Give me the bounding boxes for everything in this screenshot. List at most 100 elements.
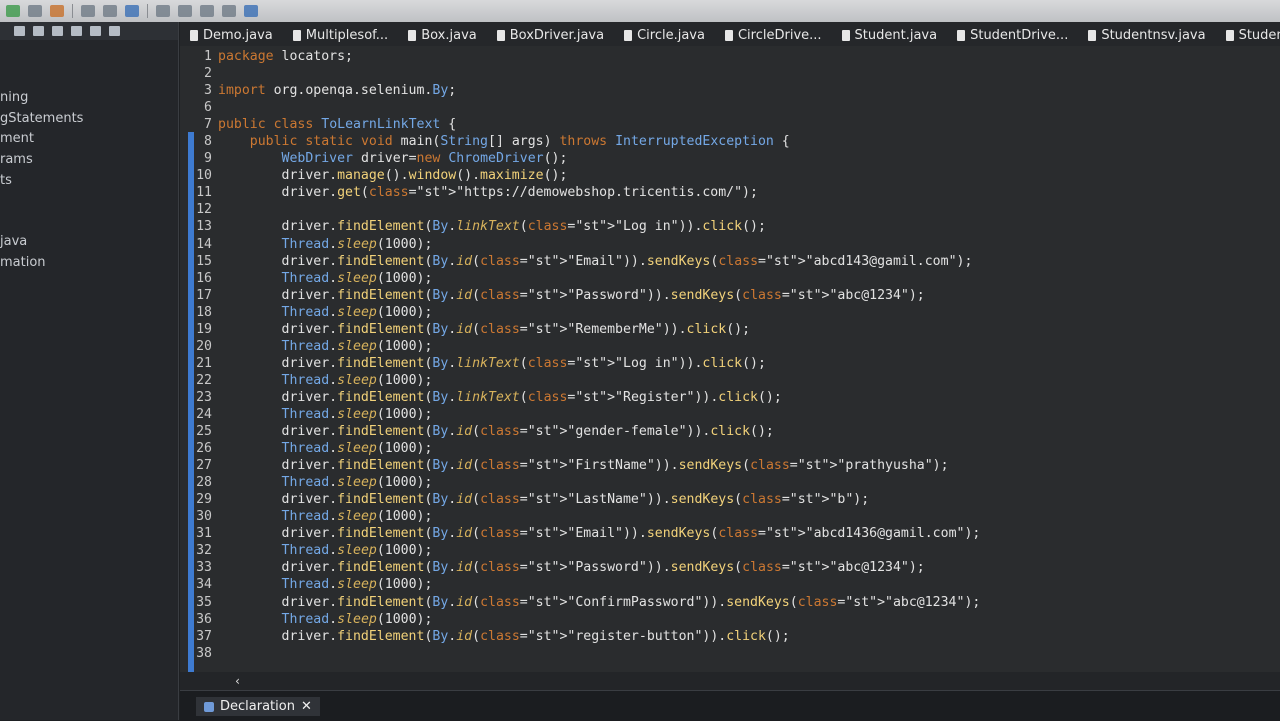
tab-box[interactable]: Box.java (398, 24, 487, 46)
new-file-icon[interactable] (81, 5, 95, 17)
tree-gap (0, 191, 178, 232)
tree-item[interactable]: ning (0, 88, 178, 109)
code-text[interactable]: package locators; (218, 48, 353, 65)
package-explorer-toolbar (0, 22, 178, 40)
line-number: 19 (196, 321, 212, 337)
external-tools-icon[interactable] (50, 5, 64, 17)
code-text[interactable]: driver.findElement(By.id(class="st">"reg… (218, 628, 790, 645)
tree-item[interactable]: java (0, 232, 178, 253)
line-number: 12 (196, 202, 212, 218)
code-text[interactable]: Thread.sleep(1000); (218, 304, 433, 321)
tab-demo[interactable]: Demo.java (180, 24, 283, 46)
code-text[interactable]: Thread.sleep(1000); (218, 440, 433, 457)
tab-student[interactable]: Student.java (832, 24, 948, 46)
tree-item[interactable]: gStatements (0, 109, 178, 130)
java-file-icon (1225, 29, 1234, 41)
run-icon[interactable] (6, 5, 20, 17)
code-text[interactable]: Thread.sleep(1000); (218, 270, 433, 287)
code-text[interactable]: driver.findElement(By.id(class="st">"Rem… (218, 321, 751, 338)
line-number: 37 (196, 628, 212, 644)
tab-declaration[interactable]: Declaration ✕ (196, 697, 320, 716)
tree-item[interactable]: mation (0, 253, 178, 274)
pen-icon[interactable] (125, 5, 139, 17)
code-text[interactable]: driver.findElement(By.id(class="st">"gen… (218, 423, 774, 440)
forward-icon[interactable] (222, 5, 236, 17)
line-number: 31 (196, 526, 212, 542)
java-file-icon (957, 29, 966, 41)
java-file-icon (624, 29, 633, 41)
declaration-label: Declaration (220, 699, 295, 714)
code-text[interactable]: driver.findElement(By.id(class="st">"Ema… (218, 253, 973, 270)
tab-circle[interactable]: Circle.java (614, 24, 715, 46)
horizontal-scrollbar[interactable]: ‹ (180, 672, 1280, 690)
code-editor[interactable]: Demo.java Multiplesof... Box.java BoxDri… (180, 22, 1280, 692)
code-text[interactable]: public class ToLearnLinkText { (218, 116, 456, 133)
annotation-icon[interactable] (178, 5, 192, 17)
code-text[interactable]: driver.findElement(By.id(class="st">"Pas… (218, 559, 925, 576)
tab-label: Box.java (421, 27, 477, 43)
close-icon[interactable]: ✕ (301, 699, 312, 714)
line-number: 20 (196, 338, 212, 354)
tab-studentdriver[interactable]: StudentDrive... (947, 24, 1078, 46)
line-number: 7 (204, 117, 212, 133)
tab-circledriver[interactable]: CircleDrive... (715, 24, 832, 46)
code-text[interactable]: Thread.sleep(1000); (218, 372, 433, 389)
tab-boxdriver[interactable]: BoxDriver.java (487, 24, 614, 46)
maximize-icon[interactable] (109, 26, 120, 36)
back-icon[interactable] (200, 5, 214, 17)
line-number: 24 (196, 406, 212, 422)
code-text[interactable]: Thread.sleep(1000); (218, 236, 433, 253)
code-text[interactable]: Thread.sleep(1000); (218, 474, 433, 491)
tree-item[interactable]: ment (0, 129, 178, 150)
tab-studentnsv[interactable]: Studentnsv.java (1078, 24, 1215, 46)
tab-label: CircleDrive... (737, 27, 822, 43)
minimize-icon[interactable] (90, 26, 101, 36)
bottom-panel: Declaration ✕ (180, 690, 1280, 721)
line-number: 35 (196, 594, 212, 610)
code-text[interactable]: Thread.sleep(1000); (218, 508, 433, 525)
tab-multiplesof[interactable]: Multiplesof... (283, 24, 398, 46)
code-text[interactable]: Thread.sleep(1000); (218, 406, 433, 423)
filter-icon[interactable] (52, 26, 63, 36)
line-number: 38 (196, 645, 212, 661)
open-folder-icon[interactable] (103, 5, 117, 17)
code-text[interactable]: Thread.sleep(1000); (218, 542, 433, 559)
code-text[interactable]: import org.openqa.selenium.By; (218, 82, 456, 99)
code-text[interactable]: driver.findElement(By.linkText(class="st… (218, 389, 782, 406)
code-text[interactable]: public static void main(String[] args) t… (218, 133, 790, 150)
java-file-icon (1088, 29, 1097, 41)
code-text[interactable]: driver.manage().window().maximize(); (218, 167, 568, 184)
code-text[interactable]: driver.findElement(By.id(class="st">"Pas… (218, 287, 925, 304)
search-icon[interactable] (156, 5, 170, 17)
line-number: 21 (196, 355, 212, 371)
code-text[interactable]: driver.findElement(By.id(class="st">"Con… (218, 594, 981, 611)
line-number: 26 (196, 441, 212, 457)
code-text[interactable]: driver.get(class="st">"https://demowebsh… (218, 184, 758, 201)
line-number: 27 (196, 458, 212, 474)
line-number: 29 (196, 492, 212, 508)
code-text[interactable]: Thread.sleep(1000); (218, 576, 433, 593)
code-text[interactable]: driver.findElement(By.id(class="st">"Fir… (218, 457, 949, 474)
line-number: 11 (196, 185, 212, 201)
code-text[interactable]: driver.findElement(By.id(class="st">"Las… (218, 491, 870, 508)
code-text[interactable]: Thread.sleep(1000); (218, 338, 433, 355)
scroll-left-icon[interactable]: ‹ (234, 672, 241, 690)
debug-icon[interactable] (28, 5, 42, 17)
view-menu-icon[interactable] (71, 26, 82, 36)
line-number: 10 (196, 168, 212, 184)
line-number: 14 (196, 236, 212, 252)
tab-studentns[interactable]: Studentns (1216, 24, 1280, 46)
link-editor-icon[interactable] (33, 26, 44, 36)
perspective-icon[interactable] (244, 5, 258, 17)
code-text[interactable]: driver.findElement(By.linkText(class="st… (218, 355, 766, 372)
collapse-all-icon[interactable] (14, 26, 25, 36)
code-text[interactable]: driver.findElement(By.id(class="st">"Ema… (218, 525, 981, 542)
tree-item[interactable]: rams (0, 150, 178, 171)
tree-item[interactable]: ts (0, 171, 178, 192)
code-text[interactable]: driver.findElement(By.linkText(class="st… (218, 218, 766, 235)
java-file-icon (408, 29, 417, 41)
line-number: 36 (196, 611, 212, 627)
project-tree: ning gStatements ment rams ts java matio… (0, 88, 178, 274)
code-text[interactable]: WebDriver driver=new ChromeDriver(); (218, 150, 568, 167)
code-text[interactable]: Thread.sleep(1000); (218, 611, 433, 628)
